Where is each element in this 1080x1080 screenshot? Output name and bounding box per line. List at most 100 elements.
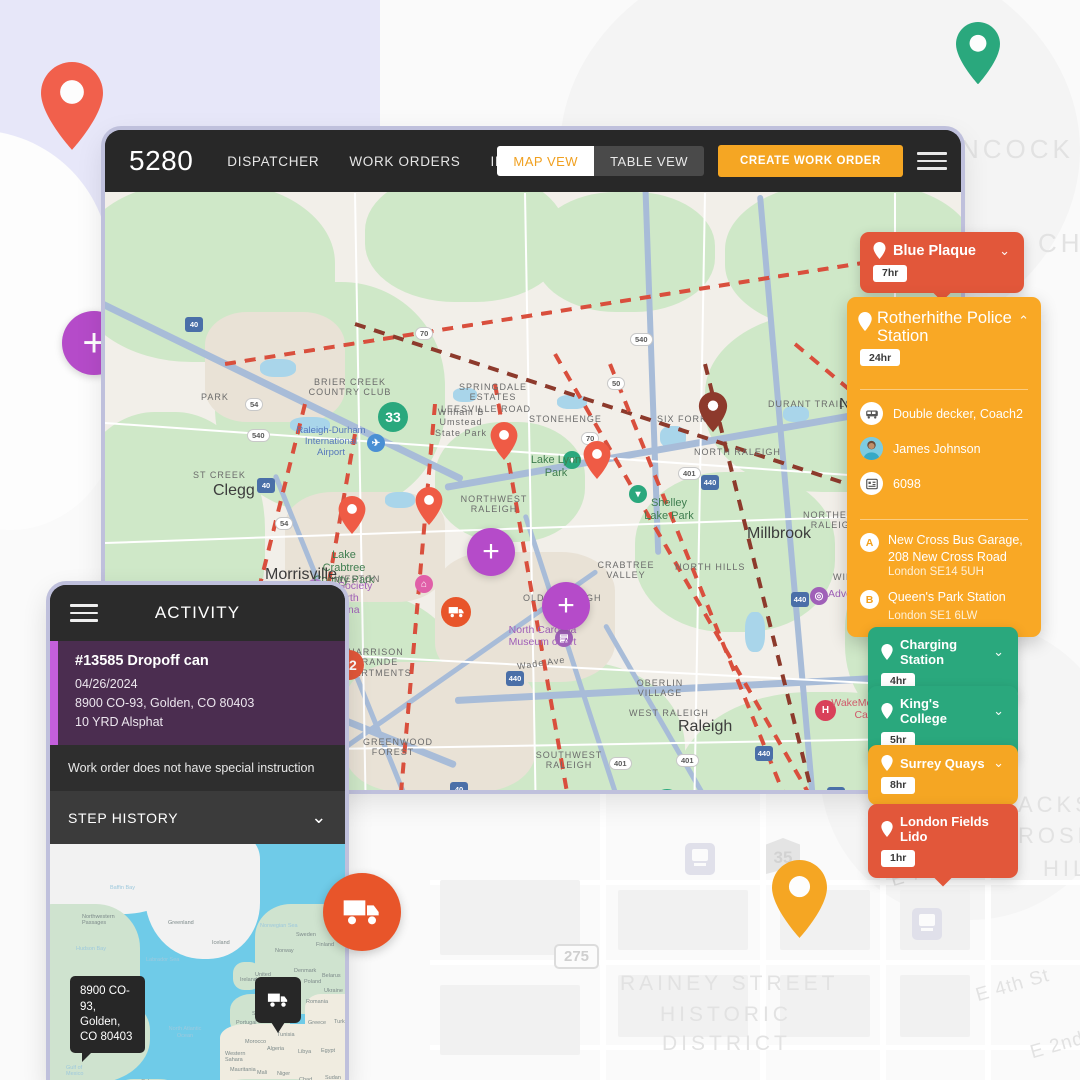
map-label: Clegg bbox=[213, 482, 255, 500]
mini-map-label: Finland bbox=[316, 942, 334, 948]
decor-map-pin-green bbox=[956, 22, 1000, 90]
bg-label: ACKS bbox=[1018, 792, 1080, 818]
route-shield: 70 bbox=[415, 327, 433, 340]
location-pin-icon bbox=[881, 703, 893, 719]
mini-map-label: Morocco bbox=[245, 1039, 266, 1045]
header-actions: MAP VEW TABLE VEW CREATE WORK ORDER bbox=[497, 130, 947, 192]
map-pin-5[interactable] bbox=[338, 496, 366, 534]
map-pin-1[interactable] bbox=[490, 422, 518, 460]
truck-marker-icon[interactable] bbox=[441, 597, 471, 627]
stop-b: B Queen's Park Station bbox=[847, 589, 1041, 612]
detail-id: 6098 bbox=[847, 472, 1041, 507]
map-label: Raleigh-Durham International Airport bbox=[291, 426, 371, 459]
mini-map[interactable]: Greenland Iceland Norway Sweden Finland … bbox=[50, 844, 345, 1080]
bg-block bbox=[618, 890, 748, 950]
map-label: Raleigh bbox=[678, 718, 732, 736]
mini-map-label: Mali bbox=[257, 1070, 267, 1076]
card-title: London Fields Lido bbox=[900, 814, 1004, 844]
mini-map-sea-label: Baffin Bay bbox=[110, 885, 135, 891]
avatar bbox=[860, 437, 883, 460]
route-shield: 401 bbox=[609, 757, 632, 770]
map-label: North Carolina Museum of Art bbox=[490, 624, 595, 648]
activity-panel: ACTIVITY #13585 Dropoff can 04/26/2024 8… bbox=[50, 585, 345, 1080]
card-title: Rotherhithe Police Station bbox=[877, 309, 1013, 346]
interstate-shield: 440 bbox=[701, 475, 719, 490]
mini-map-label: Libya bbox=[298, 1049, 311, 1055]
bg-road bbox=[430, 960, 1080, 965]
card-blue-plaque[interactable]: Blue Plaque ⌄ 7hr bbox=[860, 232, 1024, 293]
mini-map-label: Romania bbox=[306, 999, 328, 1005]
tab-table-view[interactable]: TABLE VEW bbox=[594, 146, 704, 176]
stop-name: Queen's Park Station bbox=[888, 589, 1006, 609]
mini-map-label: Northwestern Passages bbox=[82, 914, 114, 926]
map-label: NORTH RALEIGH bbox=[694, 447, 781, 457]
interstate-shield: 440 bbox=[506, 671, 524, 686]
map-label: OBERLIN VILLAGE bbox=[632, 678, 688, 699]
create-work-order-button[interactable]: CREATE WORK ORDER bbox=[718, 145, 903, 177]
detail-text: Double decker, Coach2 bbox=[893, 407, 1023, 421]
nav-work-orders[interactable]: WORK ORDERS bbox=[349, 154, 460, 169]
chevron-down-icon[interactable]: ⌄ bbox=[993, 755, 1004, 771]
address-tooltip: 8900 CO-93, Golden, CO 80403 bbox=[70, 976, 145, 1053]
bg-label: NCOCK bbox=[960, 134, 1074, 165]
mini-map-label: Denmark bbox=[294, 968, 316, 974]
mini-map-label: Algeria bbox=[267, 1046, 284, 1052]
tab-map-view[interactable]: MAP VEW bbox=[497, 146, 594, 176]
work-order-address: 8900 CO-93, Golden, CO 80403 bbox=[75, 695, 345, 713]
step-history-toggle[interactable]: STEP HISTORY ⌄ bbox=[50, 791, 345, 844]
app-header: 5280 DISPATCHER WORK ORDERS INVENTORY MA… bbox=[105, 130, 961, 192]
map-label: WEST RALEIGH bbox=[629, 708, 709, 718]
cluster-marker-33[interactable]: 33 bbox=[378, 402, 408, 432]
work-order-summary[interactable]: #13585 Dropoff can 04/26/2024 8900 CO-93… bbox=[50, 641, 345, 745]
nav-dispatcher[interactable]: DISPATCHER bbox=[227, 154, 319, 169]
add-button-map-2[interactable]: + bbox=[542, 582, 590, 630]
map-label: STONEHENGE bbox=[529, 414, 602, 424]
decor-map-pin-orange bbox=[772, 860, 827, 938]
divider bbox=[860, 519, 1028, 520]
mini-map-sea-label: North Atlantic Ocean bbox=[168, 1026, 202, 1039]
mini-map-label: Greece bbox=[308, 1020, 326, 1026]
bg-label: DISTRICT bbox=[662, 1032, 791, 1056]
work-order-id: #13585 Dropoff can bbox=[75, 653, 345, 669]
chevron-up-icon[interactable]: ⌃ bbox=[1018, 313, 1029, 346]
card-id-icon bbox=[860, 472, 883, 495]
card-rotherhithe-police-station[interactable]: Rotherhithe Police Station ⌃ 24hr Double… bbox=[847, 297, 1041, 637]
mini-map-sea-label: Labrador Sea bbox=[146, 957, 179, 963]
location-pin-icon bbox=[881, 755, 893, 771]
stop-name: New Cross Bus Garage, 208 New Cross Road bbox=[888, 532, 1028, 565]
map-pin-4[interactable] bbox=[415, 487, 443, 525]
duration-badge: 24hr bbox=[860, 349, 900, 366]
stop-letter: A bbox=[860, 533, 879, 552]
stop-letter: B bbox=[860, 590, 879, 609]
mini-map-label: Western Sahara bbox=[225, 1051, 249, 1063]
hotel-icon: ⌂ bbox=[415, 575, 433, 593]
route-shield: 54 bbox=[275, 517, 293, 530]
location-pin-icon bbox=[873, 242, 886, 259]
chevron-down-icon[interactable]: ⌄ bbox=[999, 243, 1010, 259]
add-button-map-1[interactable]: + bbox=[467, 528, 515, 576]
location-pin-icon bbox=[881, 644, 893, 660]
truck-fab-button[interactable] bbox=[323, 873, 401, 951]
hamburger-menu-icon[interactable] bbox=[917, 152, 947, 170]
bg-block bbox=[440, 985, 580, 1055]
card-surrey-quays[interactable]: Surrey Quays ⌄ 8hr bbox=[868, 745, 1018, 805]
activity-title: ACTIVITY bbox=[50, 603, 345, 623]
map-label: PARK bbox=[201, 392, 229, 402]
map-label: NORTHWEST RALEIGH bbox=[460, 494, 528, 515]
card-london-fields-lido[interactable]: London Fields Lido 1hr bbox=[868, 804, 1018, 878]
chevron-down-icon[interactable]: ⌄ bbox=[993, 703, 1004, 719]
mini-map-label: Sudan bbox=[325, 1075, 341, 1080]
bg-label: RAINEY STREET bbox=[620, 972, 838, 996]
mini-map-label: Sweden bbox=[296, 932, 316, 938]
truck-marker-icon[interactable] bbox=[255, 977, 301, 1023]
chevron-down-icon[interactable]: ⌄ bbox=[311, 807, 327, 828]
map-pin-2[interactable] bbox=[583, 441, 611, 479]
map-pin-3[interactable] bbox=[698, 392, 728, 432]
mini-map-label: Greenland bbox=[168, 920, 194, 926]
mini-map-label: Iceland bbox=[212, 940, 230, 946]
bg-label: CH bbox=[1038, 228, 1080, 259]
work-order-date: 04/26/2024 bbox=[75, 676, 345, 694]
mini-map-sea-label: Hudson Bay bbox=[76, 946, 106, 952]
mini-map-label: Egypt bbox=[321, 1048, 335, 1054]
chevron-down-icon[interactable]: ⌄ bbox=[993, 644, 1004, 660]
